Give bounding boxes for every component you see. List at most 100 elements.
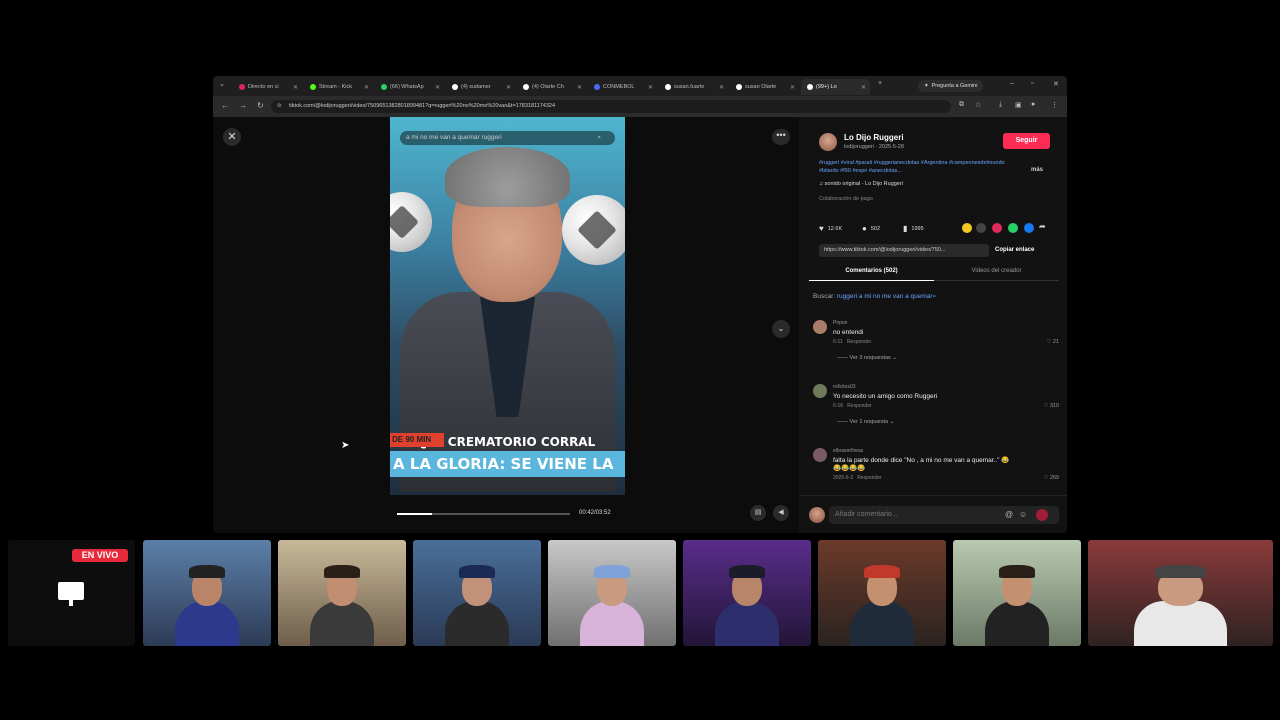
share-send-icon[interactable] xyxy=(992,223,1002,233)
browser-tab[interactable]: (4) Olarte Ch ✕ xyxy=(517,79,586,95)
comment-user[interactable]: rollcitos03 xyxy=(833,384,856,390)
volume-icon[interactable]: ◀ xyxy=(773,505,789,521)
details-panel: Lo Dijo Ruggeri lodijoruggeri · 2025-5-2… xyxy=(799,117,1067,533)
live-badge: EN VIVO xyxy=(72,549,128,562)
browser-tab[interactable]: Stream - Kick ✕ xyxy=(304,79,373,95)
presenter-hair xyxy=(445,147,570,207)
sound-line[interactable]: ♫ sonido original - Lo Dijo Ruggeri xyxy=(819,181,903,187)
comment-date: 6-11 xyxy=(833,339,843,345)
reply-button[interactable]: Responder xyxy=(847,339,871,345)
tab-close-icon[interactable]: ✕ xyxy=(293,84,298,91)
reload-icon[interactable]: ↻ xyxy=(257,101,264,110)
save-stat[interactable]: ▮ 1995 xyxy=(903,224,924,233)
next-video-button[interactable]: ⌄ xyxy=(772,320,790,338)
bookmark-star-icon[interactable]: ☆ xyxy=(975,101,981,109)
maximize-button[interactable]: ▫ xyxy=(1031,80,1033,87)
close-window-button[interactable]: ✕ xyxy=(1053,80,1059,88)
tab-creator-videos[interactable]: Videos del creador xyxy=(934,265,1059,281)
comment-composer: Añadir comentario... @ ☺ xyxy=(799,495,1067,533)
tab-close-icon[interactable]: ✕ xyxy=(719,84,724,91)
download-icon[interactable]: ⤓ xyxy=(999,101,1002,109)
follow-button[interactable]: Seguir xyxy=(1003,133,1050,149)
tab-close-icon[interactable]: ✕ xyxy=(648,84,653,91)
whatsapp-icon[interactable] xyxy=(1008,223,1018,233)
gemini-button[interactable]: ✦ Pregunta a Gemini xyxy=(918,80,984,92)
search-query-icon: ⌕ xyxy=(932,293,937,300)
video-search-overlay[interactable]: a mi no me van a quemar ruggeri ⌕ xyxy=(400,131,615,145)
gemini-icon: ✦ xyxy=(924,83,929,89)
browser-tab[interactable]: Directo en ci ✕ xyxy=(233,79,302,95)
comment-avatar[interactable] xyxy=(813,320,827,334)
forward-icon[interactable]: → xyxy=(239,101,247,110)
site-info-icon[interactable]: ⊜ xyxy=(277,100,282,113)
back-icon[interactable]: ← xyxy=(221,101,229,110)
url-field[interactable]: ⊜ tiktok.com/@lodijoruggeri/video/750965… xyxy=(271,100,951,113)
browser-tab[interactable]: susan Olarte ✕ xyxy=(730,79,799,95)
comment-likes[interactable]: ♡ 21 xyxy=(1046,339,1059,345)
post-link[interactable]: https://www.tiktok.com/@lodijoruggeri/vi… xyxy=(819,244,989,257)
send-icon[interactable] xyxy=(1036,509,1048,521)
tab-close-icon[interactable]: ✕ xyxy=(364,84,369,91)
mention-icon[interactable]: @ xyxy=(1005,510,1013,519)
more-options-button[interactable]: ••• xyxy=(772,129,790,145)
pip-icon[interactable]: ▤ xyxy=(750,505,766,521)
comment-likes[interactable]: ♡ 310 xyxy=(1043,403,1059,409)
heart-icon: ♥ xyxy=(819,224,824,233)
comment-date: 2025-6-3 xyxy=(833,475,854,481)
view-replies-button[interactable]: —— Ver 1 respuesta ⌄ xyxy=(837,419,894,425)
share-coin-icon[interactable] xyxy=(962,223,972,233)
browser-tab[interactable]: CONMEBOL ✕ xyxy=(588,79,657,95)
new-tab-button[interactable]: + xyxy=(878,80,882,87)
avatar[interactable] xyxy=(819,133,837,151)
video-player[interactable]: a mi no me van a quemar ruggeri ⌕ ¿AL CR… xyxy=(390,117,625,495)
tab-close-icon[interactable]: ✕ xyxy=(506,84,511,91)
more-link[interactable]: más xyxy=(1031,167,1043,173)
author-name[interactable]: Lo Dijo Ruggeri xyxy=(844,133,904,142)
menu-icon[interactable]: ⋮ xyxy=(1051,101,1058,109)
emoji-icon[interactable]: ☺ xyxy=(1019,510,1027,519)
tab-close-icon[interactable]: ✕ xyxy=(577,84,582,91)
comment-user[interactable]: Pirpon xyxy=(833,320,847,326)
facebook-icon[interactable] xyxy=(1024,223,1034,233)
tab-close-icon[interactable]: ✕ xyxy=(435,84,440,91)
search-prefix: Buscar: xyxy=(813,293,836,300)
tab-favicon-icon xyxy=(310,84,316,90)
comment-user[interactable]: elbrasorfireas xyxy=(833,448,863,454)
browser-tab[interactable]: (99+) Lo ✕ xyxy=(801,79,870,95)
tab-label: (4) Olarte Ch xyxy=(532,84,564,90)
copy-link-button[interactable]: Copiar enlace xyxy=(995,244,1034,257)
share-embed-icon[interactable] xyxy=(976,223,986,233)
minimize-button[interactable]: – xyxy=(1010,80,1014,87)
browser-tab[interactable]: (66) WhatsAp ✕ xyxy=(375,79,444,95)
webcam-tile xyxy=(953,540,1081,646)
view-replies-button[interactable]: —— Ver 3 respuestas ⌄ xyxy=(837,355,897,361)
webcam-tile xyxy=(818,540,946,646)
tab-label: Stream - Kick xyxy=(319,84,353,90)
translate-icon[interactable]: ⧉ xyxy=(959,101,964,109)
extension-icon[interactable]: ▣ xyxy=(1015,101,1022,109)
webcam-tile xyxy=(143,540,271,646)
comment-likes[interactable]: ♡ 269 xyxy=(1043,475,1059,481)
browser-window: ⌄ Directo en ci ✕ Stream - Kick ✕ (66) Whats… xyxy=(213,76,1067,533)
view-replies-label: Ver 3 respuestas xyxy=(849,355,891,361)
tab-search-icon[interactable]: ⌄ xyxy=(219,80,225,88)
tab-comments[interactable]: Comentarios (502) xyxy=(809,265,934,281)
browser-tab[interactable]: susan.fuarte ✕ xyxy=(659,79,728,95)
profile-icon[interactable]: ● xyxy=(1031,101,1035,108)
tab-close-icon[interactable]: ✕ xyxy=(790,84,795,91)
video-progress-bar[interactable] xyxy=(397,513,570,515)
reply-button[interactable]: Responder xyxy=(847,403,871,409)
comment-stat[interactable]: ● 502 xyxy=(862,224,880,233)
share-arrow-icon[interactable]: ➦ xyxy=(1039,222,1046,231)
reply-button[interactable]: Responder xyxy=(857,475,881,481)
like-stat[interactable]: ♥ 12.6K xyxy=(819,224,842,233)
search-query: ruggeri a mi no me van a quemar xyxy=(836,293,933,300)
tab-close-icon[interactable]: ✕ xyxy=(861,84,866,91)
browser-tab[interactable]: (4) sudamer ✕ xyxy=(446,79,515,95)
close-video-button[interactable]: ✕ xyxy=(223,128,241,146)
caption-bottom: A LA GLORIA: SE VIENE LA xyxy=(390,451,625,477)
comment-avatar[interactable] xyxy=(813,384,827,398)
save-count: 1995 xyxy=(911,225,924,232)
related-search[interactable]: Buscar: ruggeri a mi no me van a quemar⌕ xyxy=(813,293,936,301)
comment-avatar[interactable] xyxy=(813,448,827,462)
